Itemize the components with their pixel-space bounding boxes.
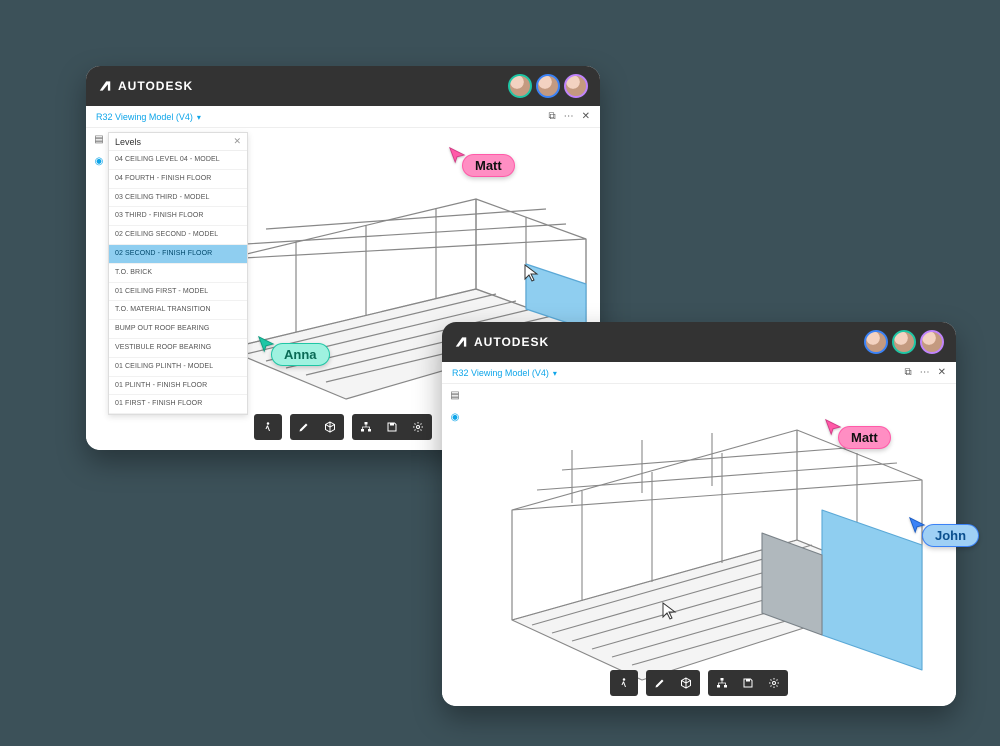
cursor-label-text: Anna bbox=[271, 343, 330, 366]
level-item[interactable]: T.O. MATERIAL TRANSITION bbox=[109, 301, 247, 320]
close-icon[interactable]: ✕ bbox=[582, 111, 590, 122]
window-controls: ⧉ ⋯ ✕ bbox=[904, 367, 946, 378]
cursor-label-text: Matt bbox=[838, 426, 891, 449]
titlebar: AUTODESK bbox=[442, 322, 956, 362]
avatar-group bbox=[864, 330, 944, 354]
cube-icon[interactable]: ◉ bbox=[448, 410, 462, 424]
brand: AUTODESK bbox=[454, 335, 549, 349]
level-item[interactable]: 02 CEILING SECOND - MODEL bbox=[109, 226, 247, 245]
level-item[interactable]: 01 CEILING PLINTH - MODEL bbox=[109, 358, 247, 377]
model-title-dropdown[interactable]: R32 Viewing Model (V4)▾ bbox=[96, 112, 201, 122]
view-toolbar bbox=[254, 414, 432, 440]
level-item[interactable]: 01 FIRST - FINISH FLOOR bbox=[109, 395, 247, 414]
level-item[interactable]: 01 PLINTH - FINISH FLOOR bbox=[109, 377, 247, 396]
close-icon[interactable]: ✕ bbox=[938, 367, 946, 378]
more-icon[interactable]: ⋯ bbox=[564, 111, 574, 122]
avatar[interactable] bbox=[536, 74, 560, 98]
level-item[interactable]: T.O. BRICK bbox=[109, 264, 247, 283]
collaborator-cursor-john: John bbox=[904, 524, 979, 547]
duplicate-icon[interactable]: ⧉ bbox=[548, 111, 555, 122]
avatar[interactable] bbox=[864, 330, 888, 354]
level-item[interactable]: 01 CEILING FIRST - MODEL bbox=[109, 283, 247, 302]
level-item[interactable]: 03 CEILING THIRD - MODEL bbox=[109, 189, 247, 208]
chevron-down-icon: ▾ bbox=[553, 369, 557, 378]
collaborator-cursor-matt: Matt bbox=[444, 154, 515, 177]
hierarchy-tool[interactable] bbox=[710, 672, 734, 694]
pencil-tool[interactable] bbox=[648, 672, 672, 694]
save-tool[interactable] bbox=[380, 416, 404, 438]
chevron-down-icon: ▾ bbox=[197, 113, 201, 122]
cube-tool[interactable] bbox=[318, 416, 342, 438]
avatar[interactable] bbox=[920, 330, 944, 354]
cursor-label-text: John bbox=[922, 524, 979, 547]
level-item[interactable]: VESTIBULE ROOF BEARING bbox=[109, 339, 247, 358]
autodesk-logo-icon bbox=[98, 79, 112, 93]
walk-tool[interactable] bbox=[256, 416, 280, 438]
settings-tool[interactable] bbox=[762, 672, 786, 694]
cube-tool[interactable] bbox=[674, 672, 698, 694]
levels-panel: Levels ✕ 04 CEILING LEVEL 04 - MODEL04 F… bbox=[108, 132, 248, 415]
subbar: R32 Viewing Model (V4)▾ ⧉ ⋯ ✕ bbox=[442, 362, 956, 384]
levels-panel-title: Levels bbox=[115, 137, 141, 147]
level-item[interactable]: BUMP OUT ROOF BEARING bbox=[109, 320, 247, 339]
model-title-dropdown[interactable]: R32 Viewing Model (V4)▾ bbox=[452, 368, 557, 378]
duplicate-icon[interactable]: ⧉ bbox=[904, 367, 911, 378]
sheet-icon[interactable]: ▤ bbox=[92, 132, 106, 146]
brand: AUTODESK bbox=[98, 79, 193, 93]
left-tool-rail: ▤ ◉ bbox=[448, 388, 462, 424]
avatar[interactable] bbox=[892, 330, 916, 354]
level-item[interactable]: 02 SECOND - FINISH FLOOR bbox=[109, 245, 247, 264]
autodesk-logo-icon bbox=[454, 335, 468, 349]
view-toolbar bbox=[610, 670, 788, 696]
more-icon[interactable]: ⋯ bbox=[920, 367, 930, 378]
window-controls: ⧉ ⋯ ✕ bbox=[548, 111, 590, 122]
walk-tool[interactable] bbox=[612, 672, 636, 694]
level-item[interactable]: 04 CEILING LEVEL 04 - MODEL bbox=[109, 151, 247, 170]
viewer-window-b: AUTODESK R32 Viewing Model (V4)▾ ⧉ ⋯ ✕ bbox=[442, 322, 956, 706]
cursor-label-text: Matt bbox=[462, 154, 515, 177]
left-tool-rail: ▤ ◉ bbox=[92, 132, 106, 168]
level-item[interactable]: 04 FOURTH - FINISH FLOOR bbox=[109, 170, 247, 189]
cube-icon[interactable]: ◉ bbox=[92, 154, 106, 168]
brand-text: AUTODESK bbox=[474, 335, 549, 349]
titlebar: AUTODESK bbox=[86, 66, 600, 106]
pencil-tool[interactable] bbox=[292, 416, 316, 438]
close-icon[interactable]: ✕ bbox=[233, 136, 241, 147]
collaborator-cursor-anna: Anna bbox=[253, 343, 330, 366]
hierarchy-tool[interactable] bbox=[354, 416, 378, 438]
levels-list: 04 CEILING LEVEL 04 - MODEL04 FOURTH - F… bbox=[109, 151, 247, 414]
avatar-group bbox=[508, 74, 588, 98]
avatar[interactable] bbox=[564, 74, 588, 98]
subbar: R32 Viewing Model (V4)▾ ⧉ ⋯ ✕ bbox=[86, 106, 600, 128]
brand-text: AUTODESK bbox=[118, 79, 193, 93]
local-cursor-icon bbox=[524, 264, 540, 287]
sheet-icon[interactable]: ▤ bbox=[448, 388, 462, 402]
save-tool[interactable] bbox=[736, 672, 760, 694]
level-item[interactable]: 03 THIRD - FINISH FLOOR bbox=[109, 207, 247, 226]
settings-tool[interactable] bbox=[406, 416, 430, 438]
local-cursor-icon bbox=[662, 602, 678, 625]
avatar[interactable] bbox=[508, 74, 532, 98]
collaborator-cursor-matt: Matt bbox=[820, 426, 891, 449]
